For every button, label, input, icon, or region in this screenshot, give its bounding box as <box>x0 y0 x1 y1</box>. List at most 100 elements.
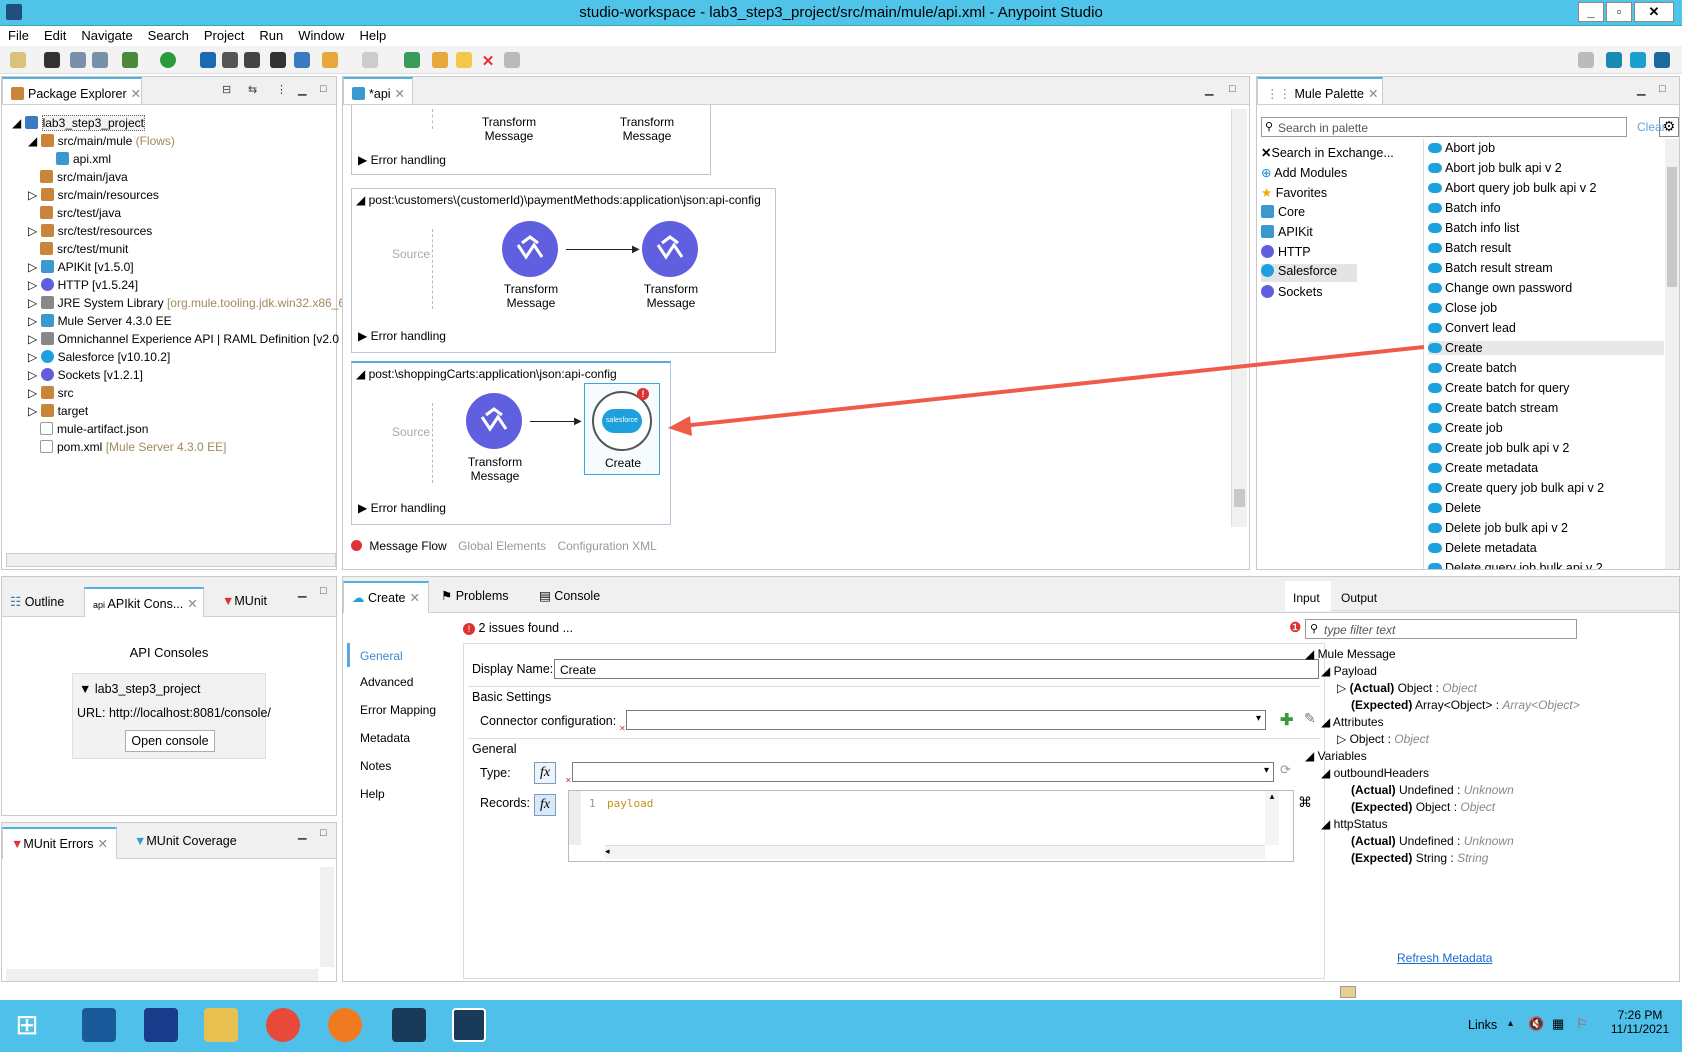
vertical-scrollbar[interactable] <box>1231 109 1247 527</box>
maximize-icon[interactable]: □ <box>1229 83 1236 95</box>
palette-operation[interactable]: Abort query job bulk api v 2 <box>1428 181 1596 195</box>
palette-operation[interactable]: Delete job bulk api v 2 <box>1428 521 1568 535</box>
tree-item[interactable]: ▷ Sockets [v1.2.1] <box>28 368 143 382</box>
anypoint-studio-icon[interactable] <box>392 1008 426 1042</box>
anypoint-studio-active-icon[interactable] <box>452 1008 486 1042</box>
nav-notes[interactable]: Notes <box>347 755 391 773</box>
menu-window[interactable]: Window <box>290 26 351 43</box>
vertical-scrollbar[interactable] <box>1665 139 1679 569</box>
scroll-thumb[interactable] <box>1667 167 1677 287</box>
chrome-icon[interactable] <box>266 1008 300 1042</box>
tab-munit-coverage[interactable]: ▼MUnit Coverage <box>126 827 245 859</box>
category-add-modules[interactable]: ⊕ Add Modules <box>1261 165 1347 180</box>
nav-metadata[interactable]: Metadata <box>347 727 410 745</box>
palette-operation[interactable]: Close job <box>1428 301 1497 315</box>
error-handling-toggle[interactable]: ▶ Error handling <box>358 501 446 515</box>
fx-toggle-icon[interactable]: fx <box>534 762 556 784</box>
tab-package-explorer[interactable]: Package Explorer ✕ <box>2 77 142 104</box>
tab-console[interactable]: ▤ Console <box>531 581 608 613</box>
palette-operation[interactable]: Create metadata <box>1428 461 1538 475</box>
tree-item[interactable]: ▷ HTTP [v1.5.24] <box>28 278 138 292</box>
category-favorites[interactable]: ★ Favorites <box>1261 185 1327 200</box>
tree-item[interactable]: src/test/munit <box>40 242 128 256</box>
minimize-icon[interactable]: ▁ <box>298 827 306 840</box>
tree-item[interactable]: src/main/java <box>40 170 128 184</box>
flow-box[interactable]: Transform Message Transform Message ▶ Er… <box>351 105 711 175</box>
back-icon[interactable] <box>322 52 338 68</box>
palette-operation[interactable]: Batch result stream <box>1428 261 1553 275</box>
error-handling-toggle[interactable]: ▶ Error handling <box>358 329 446 343</box>
transform-message-node[interactable] <box>466 393 522 449</box>
close-icon[interactable]: ✕ <box>410 591 420 605</box>
tree-item[interactable]: ▷ src/main/resources <box>28 188 159 202</box>
palette-operation[interactable]: Delete <box>1428 501 1481 515</box>
forward-icon[interactable] <box>362 52 378 68</box>
project-toggle[interactable]: ▼ lab3_step3_project <box>79 682 201 696</box>
open-console-button[interactable]: Open console <box>125 730 215 752</box>
horizontal-scrollbar[interactable]: ◂ <box>605 845 1265 859</box>
tab-message-flow[interactable]: Message Flow <box>369 539 446 553</box>
close-icon[interactable]: ✕ <box>187 597 197 611</box>
maximize-icon[interactable]: □ <box>320 83 327 95</box>
horizontal-scrollbar[interactable] <box>6 553 336 567</box>
records-code-editor[interactable]: 1 payload ▴ ◂ <box>568 790 1294 862</box>
flow-box[interactable]: ◢ post:\shoppingCarts:application\json:a… <box>351 361 671 525</box>
close-icon[interactable]: ✕ <box>1368 87 1378 101</box>
palette-search-input[interactable]: ⚲ Search in palette <box>1261 117 1627 137</box>
tree-item[interactable]: ◢ src/main/mule (Flows) <box>28 134 175 148</box>
metadata-filter-input[interactable]: ⚲ type filter text <box>1305 619 1577 639</box>
export-icon[interactable] <box>404 52 420 68</box>
menu-navigate[interactable]: Navigate <box>73 26 139 43</box>
links-toolbar[interactable]: Links <box>1468 1018 1497 1032</box>
close-icon[interactable]: ✕ <box>131 87 141 101</box>
restore-button[interactable]: ▫ <box>1606 2 1632 22</box>
category-core[interactable]: Core <box>1261 205 1305 219</box>
palette-operation[interactable]: Abort job <box>1428 141 1495 155</box>
tree-item[interactable]: ▷ src <box>28 386 74 400</box>
create-node-selected[interactable]: salesforce ! Create <box>584 383 660 475</box>
error-handling-toggle[interactable]: ▶ Error handling <box>358 153 446 167</box>
palette-operation[interactable]: Batch info list <box>1428 221 1519 235</box>
tab-munit-errors[interactable]: ▼MUnit Errors ✕ <box>2 827 118 859</box>
close-icon[interactable]: ✕ <box>98 837 108 851</box>
minimize-icon[interactable]: ▁ <box>298 585 306 598</box>
tree-item[interactable]: mule-artifact.json <box>40 422 148 436</box>
tool-icon[interactable] <box>222 52 238 68</box>
close-icon[interactable]: ✕ <box>395 87 405 101</box>
palette-operation[interactable]: Create job bulk api v 2 <box>1428 441 1569 455</box>
nav-help[interactable]: Help <box>347 783 385 801</box>
tree-item[interactable]: ▷ src/test/resources <box>28 224 152 238</box>
deploy-icon[interactable] <box>200 52 216 68</box>
metadata-row[interactable]: (Actual) Undefined : Unknown <box>1351 783 1514 797</box>
palette-operation[interactable]: Delete query job bulk api v 2 <box>1428 561 1603 569</box>
tree-item[interactable]: ▷ JRE System Library [org.mule.tooling.j… <box>28 296 345 310</box>
flow-header[interactable]: ◢ post:\customers\(customerId)\paymentMe… <box>356 193 761 207</box>
run-icon[interactable] <box>160 52 176 68</box>
settings-gear-icon[interactable]: ⚙ <box>1659 117 1679 137</box>
menu-file[interactable]: File <box>0 26 36 43</box>
scroll-thumb[interactable] <box>1234 489 1245 507</box>
palette-operation[interactable]: Create query job bulk api v 2 <box>1428 481 1604 495</box>
palette-operation[interactable]: Create job <box>1428 421 1503 435</box>
category-sockets[interactable]: Sockets <box>1261 285 1322 299</box>
transform-message-node[interactable] <box>642 221 698 277</box>
debug-perspective-icon[interactable] <box>1654 52 1670 68</box>
close-editor-icon[interactable] <box>44 52 60 68</box>
tree-item[interactable]: src/test/java <box>40 206 121 220</box>
delete-icon[interactable]: ✕ <box>480 52 496 70</box>
tab-api[interactable]: *api ✕ <box>343 77 413 104</box>
volume-icon[interactable]: 🔇 <box>1528 1016 1544 1032</box>
flow-box[interactable]: ◢ post:\customers\(customerId)\paymentMe… <box>351 188 776 353</box>
fx-toggle-icon[interactable]: fx <box>534 794 556 816</box>
nav-general[interactable]: General <box>347 643 457 667</box>
palette-operation[interactable]: Delete metadata <box>1428 541 1537 555</box>
tab-problems[interactable]: ⚑ Problems <box>433 581 516 613</box>
vertical-scrollbar[interactable]: ▴ <box>1265 791 1279 845</box>
tab-output[interactable]: Output <box>1341 591 1377 605</box>
refresh-metadata-link[interactable]: Refresh Metadata <box>1397 951 1492 965</box>
search-icon[interactable] <box>294 52 310 68</box>
nav-error-mapping[interactable]: Error Mapping <box>347 699 436 717</box>
file-explorer-icon[interactable] <box>204 1008 238 1042</box>
menu-help[interactable]: Help <box>351 26 393 43</box>
chevron-up-icon[interactable]: ▴ <box>1508 1018 1513 1029</box>
